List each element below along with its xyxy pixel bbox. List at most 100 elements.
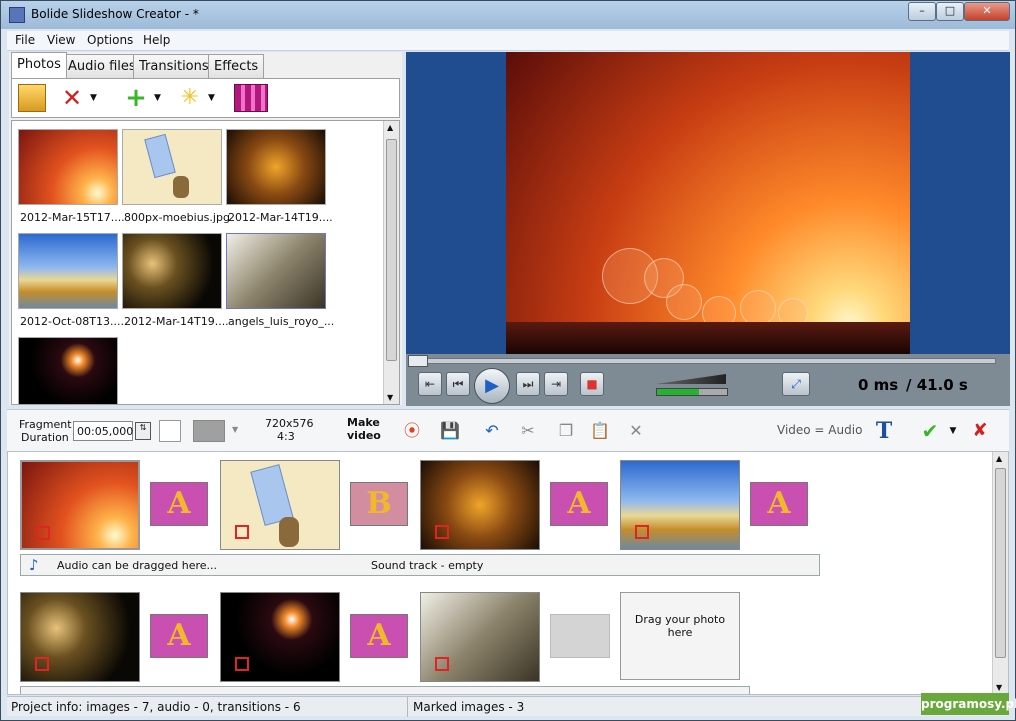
aspect-text: 4:3	[277, 430, 295, 443]
delete-dropdown-icon[interactable]: ▼	[90, 84, 102, 112]
music-note-icon: ♪	[29, 556, 39, 574]
save-icon[interactable]: 💾	[439, 420, 461, 442]
duration-stepper[interactable]: ⇅	[135, 422, 151, 440]
photo-thumbnail[interactable]	[122, 233, 222, 309]
scroll-up-icon[interactable]: ▲	[996, 454, 1002, 463]
record-icon[interactable]: ⦿	[401, 420, 423, 442]
tab-audio-files[interactable]: Audio files	[62, 54, 142, 78]
photo-drop-zone[interactable]: Drag your photo here	[620, 592, 740, 680]
effect-dropdown-icon[interactable]: ▼	[208, 84, 220, 112]
scroll-down-icon[interactable]: ▼	[996, 683, 1002, 692]
delete-icon[interactable]: ✕	[58, 84, 86, 112]
slide-thumbnail[interactable]	[220, 592, 340, 682]
menu-options[interactable]: Options	[87, 33, 133, 47]
transition-tile[interactable]: A	[750, 482, 808, 526]
fragment-label: Fragment	[19, 418, 72, 431]
transition-tile[interactable]: B	[350, 482, 408, 526]
previous-button[interactable]: ⏮	[446, 372, 470, 396]
transition-tile[interactable]: A	[150, 614, 208, 658]
window-title: Bolide Slideshow Creator - *	[31, 7, 199, 21]
open-folder-icon[interactable]	[18, 84, 46, 112]
photo-grid: 2012-Mar-15T17.... 800px-moebius.jpg 201…	[11, 120, 400, 405]
menu-bar: File View Options Help	[7, 31, 1009, 51]
paste-icon[interactable]: 📋	[589, 420, 611, 442]
marked-icon	[36, 526, 50, 540]
app-window: Bolide Slideshow Creator - * – □ ✕ File …	[0, 0, 1016, 721]
slide-thumbnail[interactable]	[620, 460, 740, 550]
watermark-logo: programosy.pl	[921, 693, 1016, 715]
app-icon	[9, 7, 25, 23]
photo-label: 2012-Mar-14T19....	[124, 315, 229, 328]
marked-icon	[35, 657, 49, 671]
marked-icon	[435, 525, 449, 539]
make-video-label-bottom: video	[347, 429, 381, 442]
storyboard-scrollbar[interactable]: ▲ ▼	[992, 452, 1008, 694]
go-end-button[interactable]: ⇥	[544, 372, 568, 396]
photo-label: 2012-Mar-15T17....	[20, 211, 125, 224]
marked-images: Marked images - 3	[413, 700, 525, 714]
add-dropdown-icon[interactable]: ▼	[154, 84, 166, 112]
photo-thumbnail[interactable]	[226, 233, 326, 309]
scroll-down-icon[interactable]: ▼	[387, 393, 393, 402]
tab-effects[interactable]: Effects	[208, 54, 265, 78]
color-dropdown-icon[interactable]: ▼	[232, 425, 238, 434]
maximize-button[interactable]: □	[936, 2, 964, 21]
remove-icon[interactable]: ✕	[625, 420, 647, 442]
next-button[interactable]: ⏭	[516, 372, 540, 396]
duration-label: Duration	[21, 431, 69, 444]
text-tool-icon[interactable]: T	[873, 420, 895, 442]
fullscreen-button[interactable]: ⤢	[782, 372, 810, 396]
slide-thumbnail[interactable]	[220, 460, 340, 550]
photo-thumbnail[interactable]	[18, 129, 118, 205]
menu-view[interactable]: View	[47, 33, 75, 47]
transition-tile[interactable]: A	[550, 482, 608, 526]
photo-thumbnail[interactable]	[18, 337, 118, 404]
photo-label: 800px-moebius.jpg	[124, 211, 230, 224]
sound-track-status: Sound track - empty	[371, 559, 484, 572]
photo-thumbnail[interactable]	[18, 233, 118, 309]
tab-photos[interactable]: Photos	[11, 52, 67, 78]
slide-thumbnail[interactable]	[420, 592, 540, 682]
sound-track[interactable]: ♪ Audio can be dragged here... Sound tra…	[20, 554, 820, 576]
go-start-button[interactable]: ⇤	[418, 372, 442, 396]
menu-file[interactable]: File	[15, 33, 35, 47]
cut-icon[interactable]: ✂	[517, 420, 539, 442]
add-icon[interactable]: +	[122, 84, 150, 112]
minimize-button[interactable]: –	[908, 2, 936, 21]
uncheck-icon[interactable]: ✘	[969, 420, 991, 442]
photo-grid-scrollbar[interactable]: ▲ ▼	[383, 121, 399, 404]
video-audio-label: Video = Audio	[777, 423, 863, 437]
volume-indicator	[656, 374, 726, 384]
scroll-up-icon[interactable]: ▲	[387, 123, 393, 132]
volume-slider[interactable]	[656, 388, 728, 396]
check-dropdown-icon[interactable]: ▼	[947, 420, 959, 442]
close-button[interactable]: ✕	[964, 2, 1010, 21]
menu-help[interactable]: Help	[143, 33, 170, 47]
slide-thumbnail[interactable]	[20, 592, 140, 682]
sound-track-row2[interactable]	[20, 686, 750, 694]
check-icon[interactable]: ✔	[919, 420, 941, 442]
photo-thumbnail[interactable]	[226, 129, 326, 205]
scrollbar-thumb[interactable]	[995, 468, 1006, 658]
seek-handle[interactable]	[408, 355, 428, 367]
duration-input[interactable]: 00:05,000	[73, 421, 133, 441]
effect-star-icon[interactable]: ✳	[176, 84, 204, 112]
marked-icon	[235, 525, 249, 539]
background-checkbox[interactable]	[159, 420, 181, 442]
slide-thumbnail[interactable]	[420, 460, 540, 550]
transition-tile[interactable]: A	[150, 482, 208, 526]
color-swatch[interactable]	[193, 420, 225, 442]
play-button[interactable]: ▶	[474, 368, 510, 404]
photo-thumbnail[interactable]	[122, 129, 222, 205]
filmstrip-icon[interactable]	[234, 84, 268, 112]
empty-transition-slot[interactable]	[550, 614, 610, 658]
transition-tile[interactable]: A	[350, 614, 408, 658]
stop-button[interactable]: ■	[580, 372, 604, 396]
scrollbar-thumb[interactable]	[386, 139, 397, 361]
undo-icon[interactable]: ↶	[481, 420, 503, 442]
seek-bar[interactable]	[408, 355, 996, 367]
photo-label: 2012-Oct-08T13....	[20, 315, 124, 328]
slide-thumbnail[interactable]	[20, 460, 140, 550]
copy-icon[interactable]: ❐	[555, 420, 577, 442]
tab-transitions[interactable]: Transitions	[133, 54, 215, 78]
